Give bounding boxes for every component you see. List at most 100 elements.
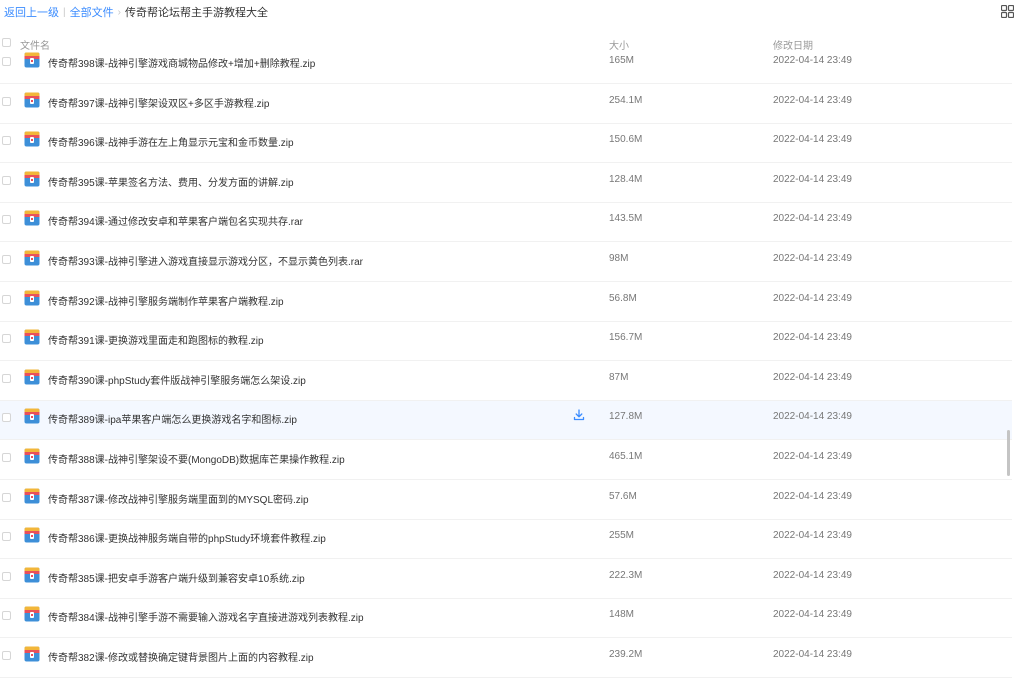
file-name[interactable]: 传奇帮385课-把安卓手游客户端升级到兼容安卓10系统.zip xyxy=(48,570,305,585)
file-date: 2022-04-14 23:49 xyxy=(773,649,852,660)
row-checkbox[interactable] xyxy=(2,611,11,621)
file-size: 239.2M xyxy=(609,649,643,660)
file-name[interactable]: 传奇帮390课-phpStudy套件版战神引擎服务端怎么架设.zip xyxy=(48,372,306,387)
zip-archive-icon xyxy=(24,210,40,226)
file-row[interactable]: 传奇帮385课-把安卓手游客户端升级到兼容安卓10系统.zip 222.3M 202… xyxy=(0,560,1012,599)
file-name[interactable]: 传奇帮392课-战神引擎服务端制作苹果客户端教程.zip xyxy=(48,293,284,308)
zip-archive-icon xyxy=(24,250,40,266)
breadcrumb: 返回上一级 | 全部文件 › 传奇帮论坛帮主手游教程大全 xyxy=(0,0,1024,24)
row-checkbox[interactable] xyxy=(2,96,11,106)
file-date: 2022-04-14 23:49 xyxy=(773,569,852,581)
file-row[interactable]: 传奇帮393课-战神引擎进入游戏直接显示游戏分区，不显示黄色列表.rar 98M 2… xyxy=(0,243,1012,282)
file-date: 2022-04-14 23:49 xyxy=(773,292,852,304)
file-name[interactable]: 传奇帮387课-修改战神引擎服务端里面到的MYSQL密码.zip xyxy=(48,491,309,506)
file-size: 57.6M xyxy=(609,490,637,502)
file-row[interactable]: 传奇帮391课-更换游戏里面走和跑图标的教程.zip 156.7M 2022-04-… xyxy=(0,322,1012,362)
file-name[interactable]: 传奇帮395课-苹果签名方法、费用、分发方面的讲解.zip xyxy=(48,174,294,189)
row-checkbox[interactable] xyxy=(2,492,11,502)
file-size: 98M xyxy=(609,253,629,264)
row-checkbox[interactable] xyxy=(2,334,11,344)
row-checkbox[interactable] xyxy=(2,453,11,462)
file-name[interactable]: 传奇帮397课-战神引擎架设双区+多区手游教程.zip xyxy=(48,95,269,110)
file-date: 2022-04-14 23:49 xyxy=(773,253,852,264)
all-files-link[interactable]: 全部文件 xyxy=(70,4,114,20)
file-size: 156.7M xyxy=(609,332,643,344)
zip-archive-icon xyxy=(24,131,40,147)
file-name[interactable]: 传奇帮391课-更换游戏里面走和跑图标的教程.zip xyxy=(48,332,264,347)
file-row[interactable]: 传奇帮392课-战神引擎服务端制作苹果客户端教程.zip 56.8M 2022-04… xyxy=(0,283,1012,322)
file-size: 150.6M xyxy=(609,134,643,146)
file-name[interactable]: 传奇帮384课-战神引擎手游不需要输入游戏名字直接进游戏列表教程.zip xyxy=(48,609,364,624)
file-size: 128.4M xyxy=(609,173,643,185)
file-date: 2022-04-14 23:49 xyxy=(773,371,852,383)
file-date: 2022-04-14 23:49 xyxy=(773,134,852,146)
file-date: 2022-04-14 23:49 xyxy=(773,530,852,542)
row-checkbox[interactable] xyxy=(2,175,11,185)
file-size: 148M xyxy=(609,609,635,621)
file-size: 465.1M xyxy=(609,451,643,462)
breadcrumb-chevron-icon: › xyxy=(117,6,121,18)
file-name[interactable]: 传奇帮394课-通过修改安卓和苹果客户端包名实现共存.rar xyxy=(48,213,303,228)
zip-archive-icon xyxy=(24,448,40,464)
zip-archive-icon xyxy=(24,408,40,424)
row-checkbox[interactable] xyxy=(2,651,11,660)
row-checkbox[interactable] xyxy=(2,373,11,383)
file-row[interactable]: 传奇帮398课-战神引擎游戏商城物品修改+增加+删除教程.zip 165M 2022… xyxy=(0,45,1012,84)
file-name[interactable]: 传奇帮398课-战神引擎游戏商城物品修改+增加+删除教程.zip xyxy=(48,55,315,70)
zip-archive-icon xyxy=(24,290,40,306)
file-row[interactable]: 传奇帮382课-修改或替换确定键背景图片上面的内容教程.zip 239.2M 202… xyxy=(0,639,1012,678)
file-date: 2022-04-14 23:49 xyxy=(773,411,852,423)
file-row[interactable]: 传奇帮384课-战神引擎手游不需要输入游戏名字直接进游戏列表教程.zip 148M… xyxy=(0,599,1012,639)
file-row[interactable]: 传奇帮386课-更换战神服务端自带的phpStudy环境套件教程.zip 255M… xyxy=(0,520,1012,560)
zip-archive-icon xyxy=(24,527,40,543)
download-icon[interactable] xyxy=(573,409,585,421)
file-size: 87M xyxy=(609,371,629,383)
file-size: 56.8M xyxy=(609,292,637,304)
file-size: 222.3M xyxy=(609,569,643,581)
file-name[interactable]: 传奇帮393课-战神引擎进入游戏直接显示游戏分区，不显示黄色列表.rar xyxy=(48,253,363,268)
row-checkbox[interactable] xyxy=(2,571,11,581)
row-checkbox[interactable] xyxy=(2,136,11,146)
file-date: 2022-04-14 23:49 xyxy=(773,173,852,185)
file-row[interactable]: 传奇帮388课-战神引擎架设不要(MongoDB)数据库芒果操作教程.zip 46… xyxy=(0,441,1012,480)
row-checkbox[interactable] xyxy=(2,413,11,423)
file-row[interactable]: 传奇帮396课-战神手游在左上角显示元宝和金币数量.zip 150.6M 2022-… xyxy=(0,124,1012,164)
file-row[interactable]: 传奇帮389课-ipa苹果客户端怎么更换游戏名字和图标.zip 127.8M 202… xyxy=(0,401,1012,441)
file-row[interactable]: 传奇帮395课-苹果签名方法、费用、分发方面的讲解.zip 128.4M 2022-… xyxy=(0,164,1012,203)
file-date: 2022-04-14 23:49 xyxy=(773,55,852,66)
zip-archive-icon xyxy=(24,52,40,68)
breadcrumb-separator: | xyxy=(63,6,66,18)
file-name[interactable]: 传奇帮396课-战神手游在左上角显示元宝和金币数量.zip xyxy=(48,134,294,149)
file-date: 2022-04-14 23:49 xyxy=(773,609,852,621)
file-size: 165M xyxy=(609,55,635,66)
file-size: 143.5M xyxy=(609,213,643,225)
file-date: 2022-04-14 23:49 xyxy=(773,94,852,106)
scrollbar-thumb[interactable] xyxy=(1007,430,1010,476)
file-name[interactable]: 传奇帮388课-战神引擎架设不要(MongoDB)数据库芒果操作教程.zip xyxy=(48,451,345,466)
row-checkbox[interactable] xyxy=(2,57,11,66)
current-folder: 传奇帮论坛帮主手游教程大全 xyxy=(124,7,268,19)
file-size: 254.1M xyxy=(609,94,643,106)
grid-view-icon[interactable] xyxy=(1001,5,1014,18)
zip-archive-icon xyxy=(24,606,40,622)
file-row[interactable]: 传奇帮394课-通过修改安卓和苹果客户端包名实现共存.rar 143.5M 2022… xyxy=(0,203,1012,243)
file-size: 255M xyxy=(609,530,635,542)
row-checkbox[interactable] xyxy=(2,215,11,225)
file-size: 127.8M xyxy=(609,411,643,423)
zip-archive-icon xyxy=(24,92,40,108)
file-date: 2022-04-14 23:49 xyxy=(773,490,852,502)
file-name[interactable]: 传奇帮389课-ipa苹果客户端怎么更换游戏名字和图标.zip xyxy=(48,411,297,426)
file-row[interactable]: 传奇帮397课-战神引擎架设双区+多区手游教程.zip 254.1M 2022-04… xyxy=(0,85,1012,124)
zip-archive-icon xyxy=(24,171,40,187)
row-checkbox[interactable] xyxy=(2,255,11,264)
zip-archive-icon xyxy=(24,488,40,504)
file-name[interactable]: 传奇帮386课-更换战神服务端自带的phpStudy环境套件教程.zip xyxy=(48,530,326,545)
zip-archive-icon xyxy=(24,369,40,385)
file-name[interactable]: 传奇帮382课-修改或替换确定键背景图片上面的内容教程.zip xyxy=(48,649,314,664)
row-checkbox[interactable] xyxy=(2,532,11,542)
zip-archive-icon xyxy=(24,567,40,583)
file-row[interactable]: 传奇帮387课-修改战神引擎服务端里面到的MYSQL密码.zip 57.6M 202… xyxy=(0,481,1012,520)
file-row[interactable]: 传奇帮390课-phpStudy套件版战神引擎服务端怎么架设.zip 87M 202… xyxy=(0,362,1012,401)
row-checkbox[interactable] xyxy=(2,294,11,304)
back-link[interactable]: 返回上一级 xyxy=(4,4,59,20)
